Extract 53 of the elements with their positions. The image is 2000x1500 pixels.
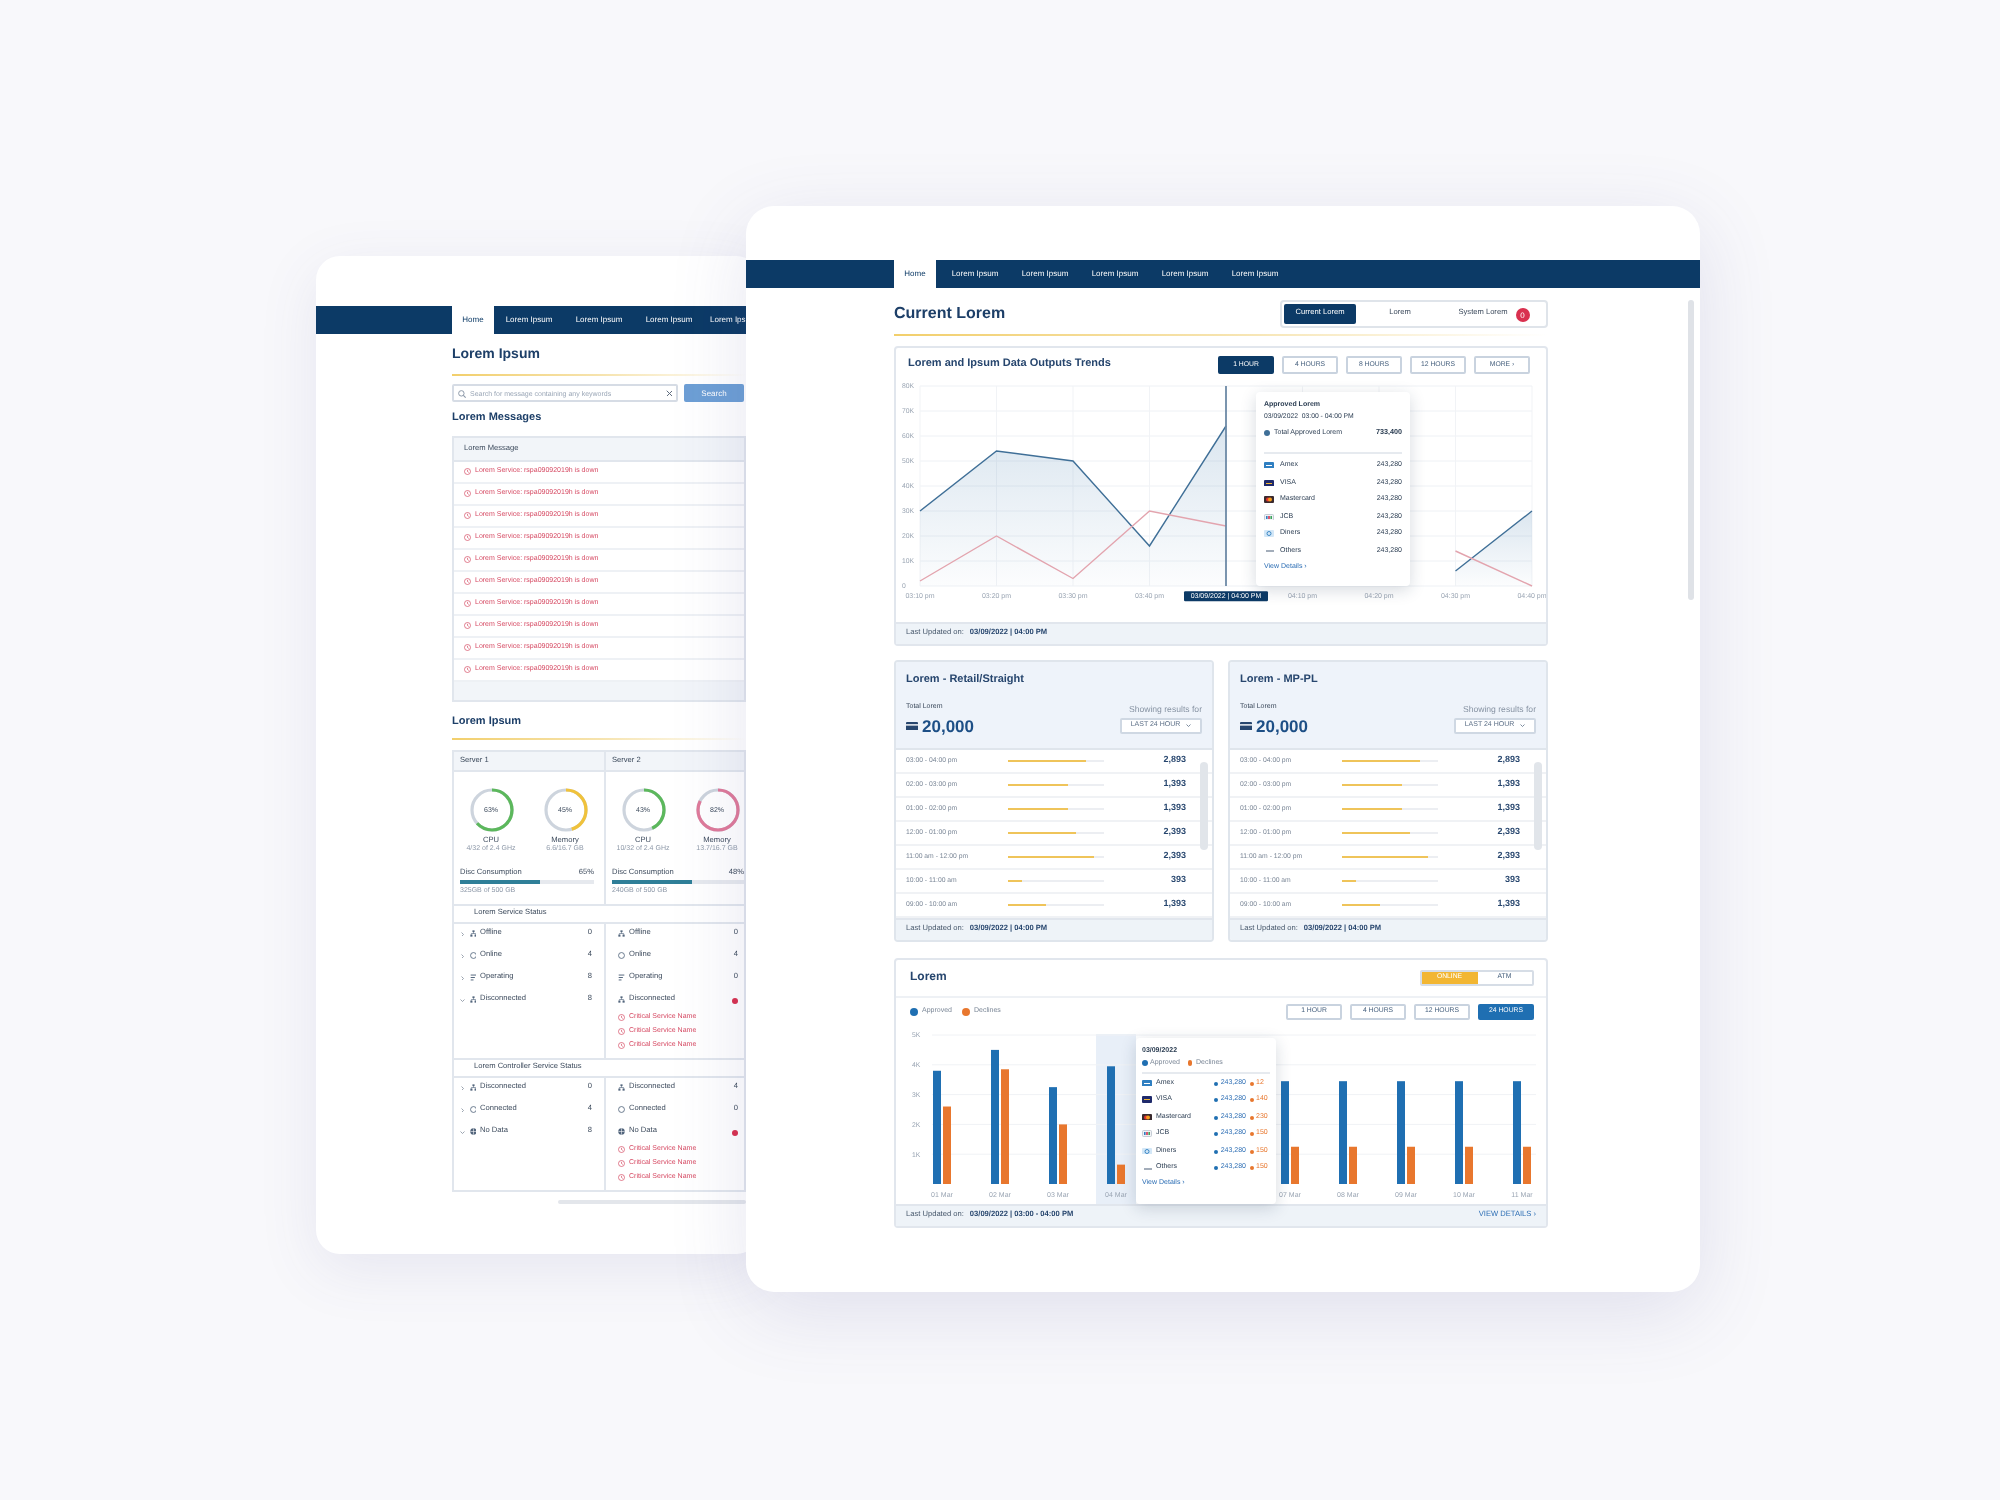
circle-icon (469, 1106, 476, 1114)
clock-icon (464, 512, 471, 520)
card-icon (1264, 479, 1274, 487)
search-icon (457, 389, 465, 397)
clock-icon (618, 1174, 625, 1182)
ring-gauge (695, 788, 739, 832)
clock-icon (618, 1014, 625, 1022)
clock-icon (464, 600, 471, 608)
vertical-scrollbar[interactable] (1688, 300, 1694, 600)
circle-icon (469, 952, 476, 960)
lines-icon (618, 974, 625, 982)
globe-icon (469, 1128, 476, 1136)
clock-icon (464, 556, 471, 564)
sitemap-icon (618, 1084, 625, 1092)
card-icon (1264, 461, 1274, 469)
dash-icon (1265, 550, 1273, 553)
globe-icon (618, 1128, 625, 1136)
card-icon (1142, 1130, 1152, 1138)
clock-icon (464, 622, 471, 630)
clock-icon (618, 1028, 625, 1036)
clock-icon (464, 490, 471, 498)
clock-icon (464, 468, 471, 476)
card-icon (1264, 496, 1274, 504)
clock-icon (618, 1146, 625, 1154)
circle-icon (618, 952, 625, 960)
lines-icon (469, 974, 476, 982)
card-icon (906, 721, 918, 731)
ring-gauge (543, 788, 587, 832)
card-icon (1264, 530, 1274, 538)
ring-gauge (621, 788, 665, 832)
clock-icon (618, 1042, 625, 1050)
card-icon (1142, 1096, 1152, 1104)
card-icon (1142, 1113, 1152, 1121)
sitemap-icon (618, 996, 625, 1004)
total-value: 20,000 (922, 716, 974, 736)
card-icon (1240, 721, 1252, 731)
clock-icon (464, 578, 471, 586)
sitemap-icon (469, 996, 476, 1004)
clock-icon (464, 534, 471, 542)
card-icon (1142, 1147, 1152, 1155)
card-icon (1142, 1079, 1152, 1087)
sitemap-icon (469, 1084, 476, 1092)
close-icon (665, 389, 672, 397)
ring-gauge (469, 788, 513, 832)
clock-icon (618, 1160, 625, 1168)
page-title: Current Lorem (894, 304, 1006, 324)
total-value: 20,000 (1256, 716, 1308, 736)
clock-icon (464, 666, 471, 674)
card-icon (1264, 513, 1274, 521)
sitemap-icon (469, 930, 476, 938)
sitemap-icon (618, 930, 625, 938)
circle-icon (618, 1106, 625, 1114)
clock-icon (464, 644, 471, 652)
